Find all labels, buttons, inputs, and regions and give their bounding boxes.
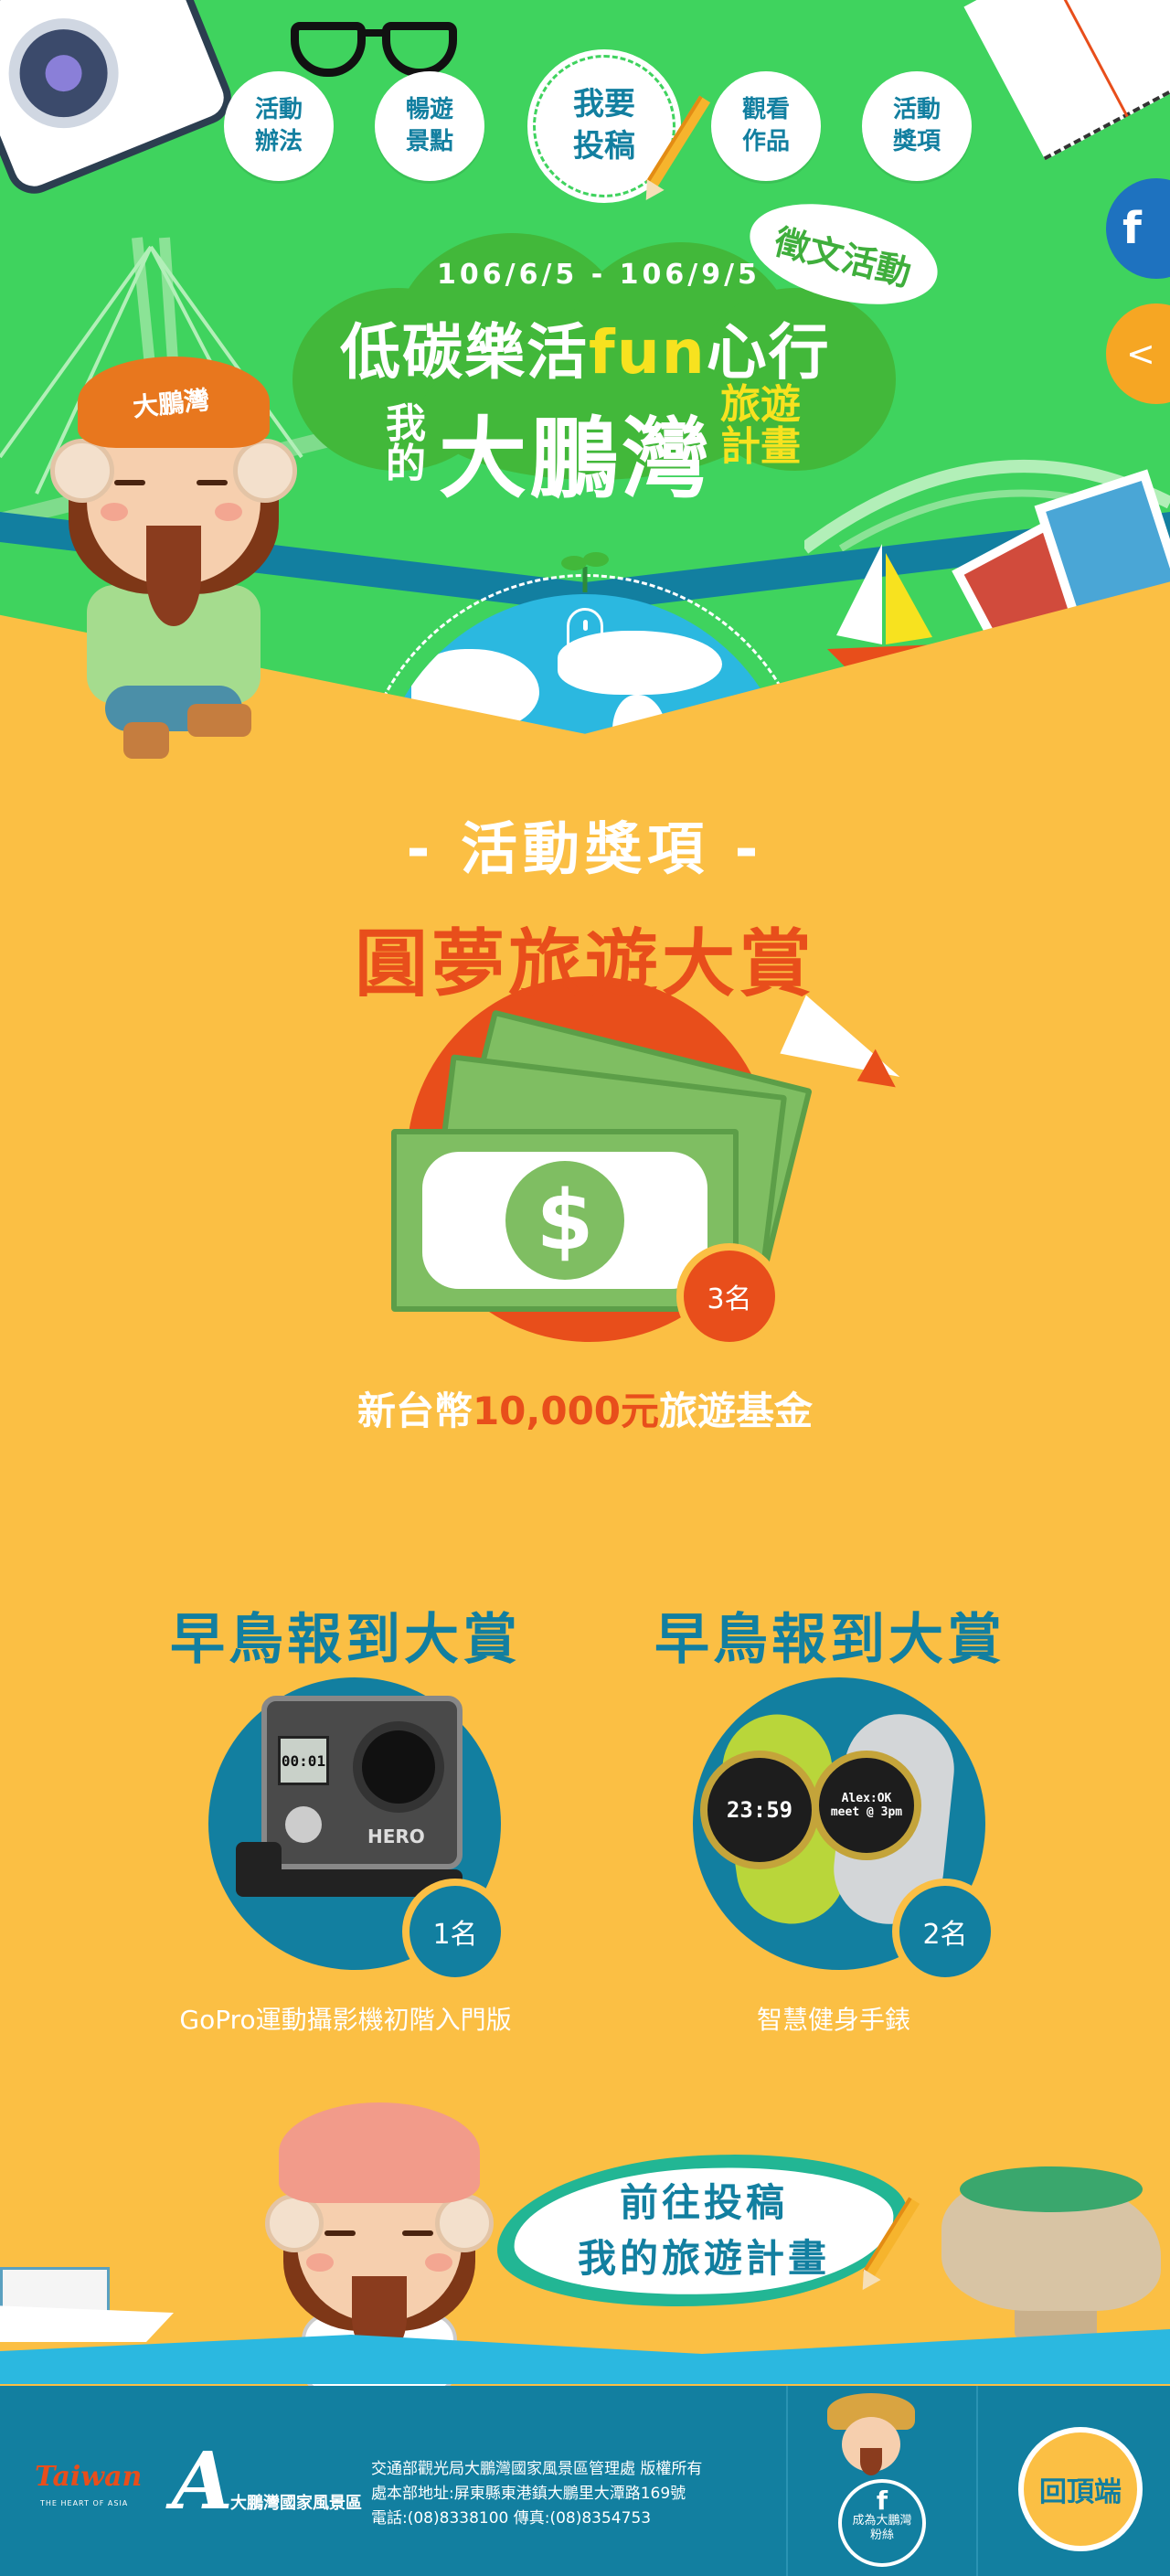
gopro-camera-illustration: 00:01 HERO — [261, 1696, 463, 1869]
glasses-illustration — [291, 13, 464, 77]
title-part2: 心行 — [706, 317, 831, 388]
watch-face-2: Alex:OK meet @ 3pm — [812, 1751, 921, 1860]
grand-prize-count: 3名 — [676, 1243, 782, 1349]
footer-copyright: 交通部觀光局大鵬灣國家風景區管理處 版權所有 — [371, 2460, 703, 2478]
grand-prize-desc-prefix: 新台幣 — [356, 1389, 473, 1433]
ship-cabin — [0, 2267, 110, 2313]
watch-face-1: 23:59 — [700, 1751, 819, 1869]
camera-lcd: 00:01 — [278, 1736, 329, 1785]
footer-contact: 電話:(08)8338100 傳真:(08)8354753 — [371, 2508, 652, 2528]
notebook-illustration — [963, 0, 1170, 161]
facebook-fan-button[interactable]: f 成為大鵬灣 粉絲 — [838, 2479, 926, 2567]
event-date: 106/6/5 - 106/9/5 — [437, 259, 760, 291]
back-to-top-button[interactable]: 回頂端 — [1018, 2427, 1143, 2551]
cta-submit-link[interactable]: 前往投稿 我的旅遊計畫 — [519, 2176, 888, 2287]
title-place: 大鵬灣 — [439, 408, 713, 510]
dollar-icon: $ — [505, 1161, 624, 1280]
taiwan-slogan: THE HEART OF ASIA — [40, 2499, 129, 2507]
early-bird-title-1: 早鳥報到大賞 — [170, 1608, 521, 1672]
early-bird-title-2: 早鳥報到大賞 — [654, 1608, 1005, 1672]
title-plan: 旅遊 計畫 — [720, 381, 801, 471]
footer-info: 交通部觀光局大鵬灣國家風景區管理處 版權所有 處本部地址:屏東縣東港鎮大鵬里大潭… — [371, 2457, 702, 2531]
main-nav: 活動 辦法 暢遊 景點 我要 投稿 觀看 作品 活動 獎項 — [224, 49, 983, 203]
nav-rules[interactable]: 活動 辦法 — [224, 71, 334, 181]
fan-mascot-icon — [827, 2393, 915, 2475]
camera-illustration — [0, 0, 239, 202]
grand-prize-desc-suffix: 旅遊基金 — [659, 1389, 814, 1433]
sea-wave — [0, 2329, 1170, 2384]
fan-label: 成為大鵬灣 粉絲 — [852, 2514, 912, 2543]
agency-logo: 大鵬灣國家風景區 — [230, 2494, 362, 2513]
nav-attractions[interactable]: 暢遊 景點 — [375, 71, 484, 181]
agency-logo-icon: A — [172, 2435, 233, 2528]
rock-top — [960, 2166, 1143, 2212]
section-heading-prizes: - 活動獎項 - — [406, 815, 764, 882]
camera-brand: HERO — [367, 1826, 425, 1847]
footer-address: 處本部地址:屏東縣東港鎮大鵬里大潭路169號 — [371, 2484, 686, 2503]
title-part1: 低碳樂活 — [340, 317, 589, 388]
grand-prize-desc: 新台幣10,000元旅遊基金 — [0, 1380, 1170, 1436]
scroll-down-icon[interactable] — [567, 608, 603, 665]
title-my: 我 的 — [386, 400, 426, 487]
nav-view-works[interactable]: 觀看 作品 — [711, 71, 821, 181]
camera-mount-handle — [236, 1842, 282, 1897]
early-bird-desc-2: 智慧健身手錶 — [756, 2005, 910, 2035]
grand-prize-amount: 10,000元 — [472, 1389, 660, 1433]
footer-divider — [786, 2386, 788, 2576]
sprout-icon — [561, 552, 609, 592]
footer-divider — [976, 2386, 978, 2576]
nav-prizes[interactable]: 活動 獎項 — [862, 71, 972, 181]
page-title: 低碳樂活fun心行 — [340, 303, 831, 391]
ship-illustration — [0, 2305, 174, 2342]
grand-prize-title: 圓夢旅遊大賞 — [355, 921, 815, 1006]
title-fun: fun — [589, 317, 707, 388]
taiwan-logo: Taiwan — [35, 2461, 143, 2493]
facebook-icon: f — [876, 2486, 888, 2516]
early-bird-count-1: 1名 — [402, 1879, 508, 1985]
early-bird-count-2: 2名 — [892, 1879, 998, 1985]
early-bird-desc-1: GoPro運動攝影機初階入門版 — [179, 2005, 512, 2035]
mascot-character: 大鵬灣 — [50, 357, 297, 768]
